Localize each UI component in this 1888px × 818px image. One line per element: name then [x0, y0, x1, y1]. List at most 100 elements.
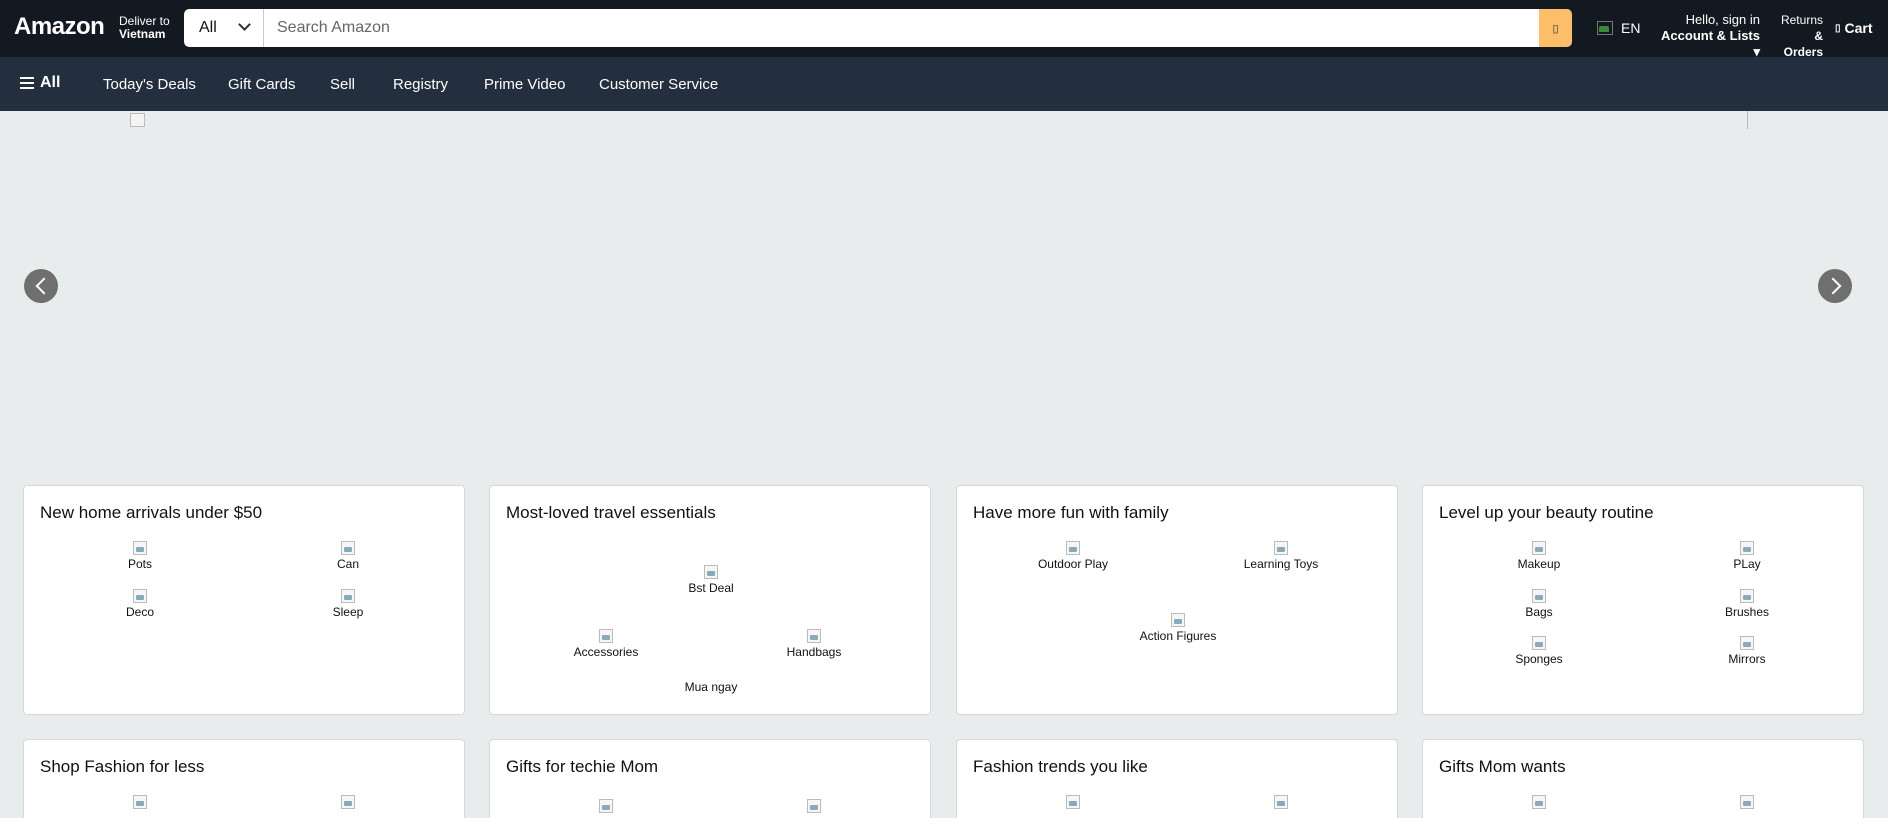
card-family-fun: Have more fun with family Outdoor Play L…: [956, 485, 1398, 715]
tile-image: [704, 565, 718, 579]
tile-learning-toys[interactable]: Learning Toys: [1221, 541, 1341, 571]
search-bar: All ▯: [184, 9, 1572, 47]
card-title: Gifts for techie Mom: [506, 757, 659, 776]
card-fashion-trends: Fashion trends you like: [956, 739, 1398, 818]
returns-label: Returns: [1780, 13, 1823, 27]
tile-image: [1274, 541, 1288, 555]
tile-play[interactable]: PLay: [1687, 541, 1807, 571]
card-title: New home arrivals under $50: [40, 503, 263, 522]
hero-image[interactable]: [130, 113, 145, 127]
hero-carousel: [0, 111, 1888, 486]
tile-image: [1066, 541, 1080, 555]
all-menu-button[interactable]: All: [20, 74, 60, 92]
card-title: Most-loved travel essentials: [506, 503, 716, 522]
all-menu-label: All: [40, 74, 61, 91]
chevron-right-icon: [1824, 277, 1841, 295]
tile-outdoor-play[interactable]: Outdoor Play: [1013, 541, 1133, 571]
language-selector[interactable]: EN: [1597, 20, 1640, 36]
search-input[interactable]: [264, 9, 1539, 47]
tile-handbags[interactable]: Handbags: [754, 629, 874, 659]
card-title: Shop Fashion for less: [40, 757, 205, 776]
carousel-divider: [1747, 111, 1748, 129]
cart-label: Cart: [1844, 20, 1873, 36]
tile-image: [133, 541, 147, 555]
search-button[interactable]: ▯: [1539, 9, 1572, 47]
tile-image: [1740, 636, 1754, 650]
account-lists-label: Account & Lists ▾: [1661, 28, 1760, 59]
card-title: Fashion trends you like: [973, 757, 1148, 776]
nav-item-customer-service[interactable]: Customer Service: [599, 76, 718, 93]
card-techie-mom: Gifts for techie Mom: [489, 739, 931, 818]
carousel-next-button[interactable]: [1818, 269, 1852, 303]
tile-image: [1532, 636, 1546, 650]
returns-orders[interactable]: Returns & Orders: [1773, 12, 1823, 60]
nav-bar: All Today's Deals Gift Cards Sell Regist…: [0, 57, 1888, 111]
tile-item[interactable]: [1687, 795, 1807, 811]
card-home-arrivals: New home arrivals under $50 Pots Can Dec…: [23, 485, 465, 715]
deliver-to[interactable]: Deliver to Vietnam: [119, 15, 170, 41]
chevron-left-icon: [35, 277, 52, 295]
tile-action-figures[interactable]: Action Figures: [1118, 613, 1238, 643]
tile-item[interactable]: [546, 799, 666, 815]
tile-sleep[interactable]: Sleep: [288, 589, 408, 619]
nav-item-gift-cards[interactable]: Gift Cards: [228, 76, 296, 93]
tile-image: [1532, 589, 1546, 603]
tile-image: [807, 799, 821, 813]
nav-item-sell[interactable]: Sell: [330, 76, 355, 93]
tile-image: [1740, 795, 1754, 809]
tile-mirrors[interactable]: Mirrors: [1687, 636, 1807, 666]
search-category-value: All: [199, 19, 217, 36]
card-title: Have more fun with family: [973, 503, 1169, 522]
deliver-location: Vietnam: [119, 27, 166, 41]
nav-item-prime-video[interactable]: Prime Video: [484, 76, 565, 93]
tile-mua-ngay[interactable]: Mua ngay: [651, 680, 771, 694]
cart-button[interactable]: ▯ Cart: [1835, 20, 1873, 36]
tile-accessories[interactable]: Accessories: [546, 629, 666, 659]
tile-item[interactable]: [1221, 795, 1341, 811]
tile-image: [599, 629, 613, 643]
tile-image: [341, 589, 355, 603]
tile-image: [341, 541, 355, 555]
top-header: Amazon Deliver to Vietnam All ▯ EN Hello…: [0, 0, 1888, 60]
tile-can[interactable]: Can: [288, 541, 408, 571]
tile-image: [1066, 795, 1080, 809]
language-label: EN: [1621, 20, 1641, 36]
tile-image: [341, 795, 355, 809]
tile-deco[interactable]: Deco: [80, 589, 200, 619]
tile-image: [133, 795, 147, 809]
search-category-select[interactable]: All: [184, 9, 264, 47]
tile-item[interactable]: [1479, 795, 1599, 811]
carousel-prev-button[interactable]: [24, 269, 58, 303]
card-travel-essentials: Most-loved travel essentials Bst Deal Ac…: [489, 485, 931, 715]
tile-image: [1171, 613, 1185, 627]
hamburger-icon: [20, 77, 34, 89]
tile-sponges[interactable]: Sponges: [1479, 636, 1599, 666]
tile-item[interactable]: [1013, 795, 1133, 811]
tile-item[interactable]: [288, 795, 408, 811]
tile-brushes[interactable]: Brushes: [1687, 589, 1807, 619]
nav-item-registry[interactable]: Registry: [393, 76, 448, 93]
tile-image: [1532, 795, 1546, 809]
card-title: Level up your beauty routine: [1439, 503, 1654, 522]
orders-label: & Orders: [1783, 29, 1823, 59]
tile-item[interactable]: [80, 795, 200, 811]
tile-image: [807, 629, 821, 643]
card-title: Gifts Mom wants: [1439, 757, 1566, 776]
account-lists[interactable]: Hello, sign in Account & Lists ▾: [1654, 12, 1760, 60]
search-icon: ▯: [1552, 22, 1559, 35]
tile-image: [599, 799, 613, 813]
tile-bags[interactable]: Bags: [1479, 589, 1599, 619]
tile-image: [133, 589, 147, 603]
nav-item-todays-deals[interactable]: Today's Deals: [103, 76, 196, 93]
tile-image: [1740, 589, 1754, 603]
tile-bst-deal[interactable]: Bst Deal: [651, 565, 771, 595]
amazon-logo[interactable]: Amazon: [14, 13, 105, 41]
card-beauty-routine: Level up your beauty routine Makeup PLay…: [1422, 485, 1864, 715]
card-fashion-less: Shop Fashion for less: [23, 739, 465, 818]
account-greeting: Hello, sign in: [1685, 12, 1760, 27]
card-gifts-mom: Gifts Mom wants: [1422, 739, 1864, 818]
chevron-down-icon: [238, 18, 251, 31]
tile-item[interactable]: [754, 799, 874, 815]
tile-makeup[interactable]: Makeup: [1479, 541, 1599, 571]
tile-pots[interactable]: Pots: [80, 541, 200, 571]
